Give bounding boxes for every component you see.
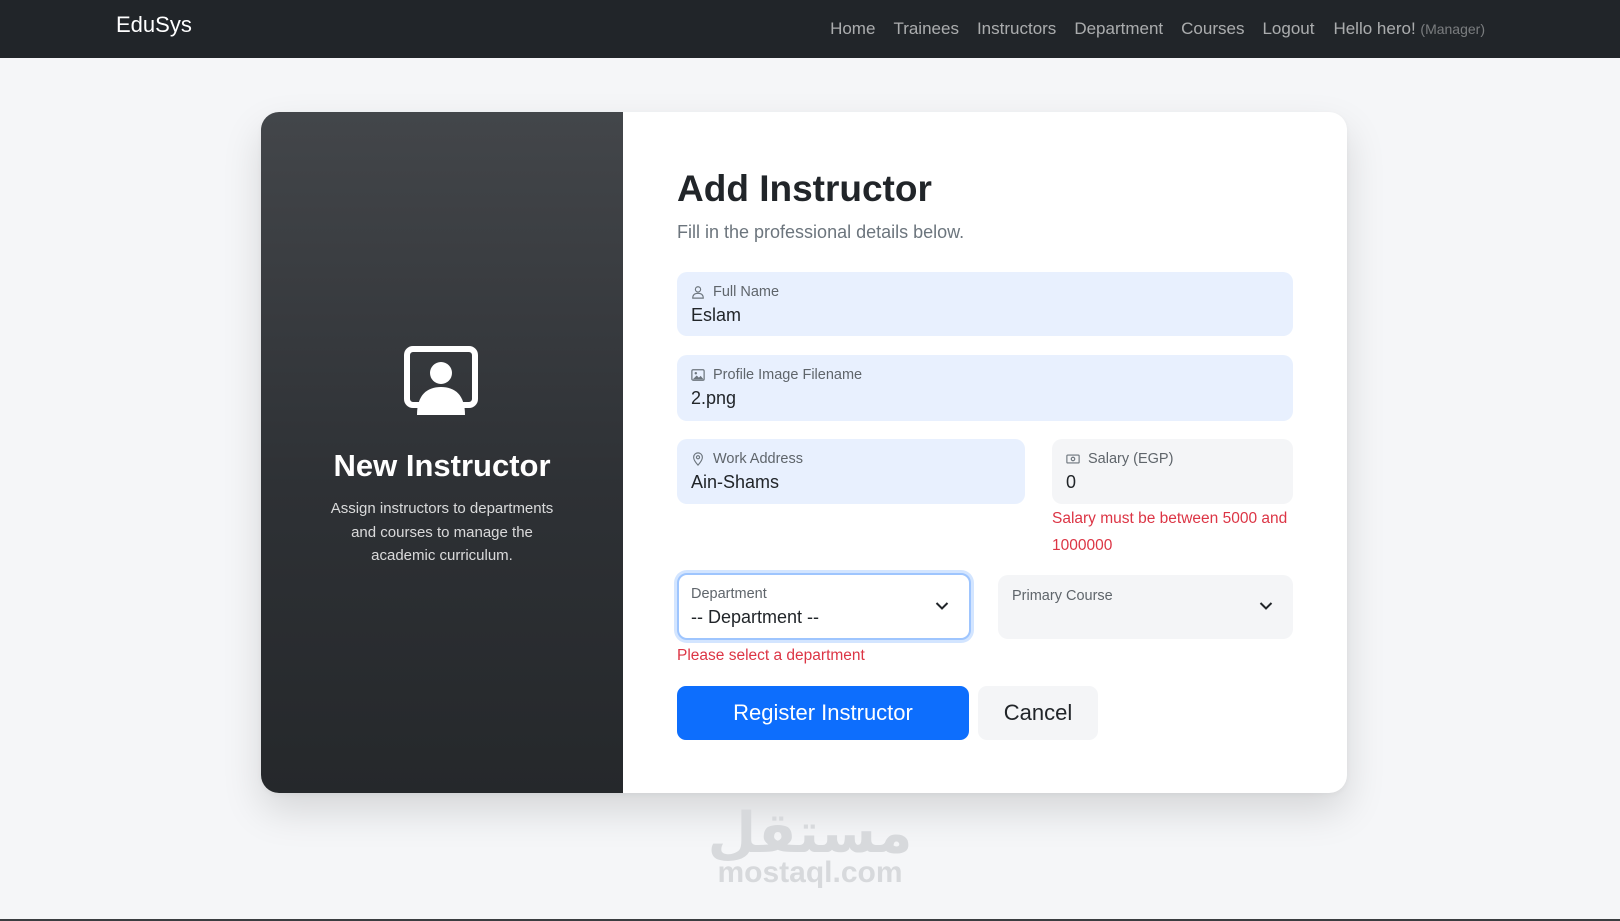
nav-link-trainees[interactable]: Trainees	[884, 19, 968, 39]
side-description: Assign instructors to departments and co…	[330, 500, 554, 564]
watermark-arabic: مستقل	[707, 801, 913, 866]
brand-logo[interactable]: EduSys	[116, 12, 192, 38]
chevron-down-icon	[1259, 602, 1273, 610]
image-icon	[691, 369, 705, 381]
add-instructor-card: New Instructor Assign instructors to dep…	[261, 112, 1347, 793]
instructor-icon	[404, 346, 478, 415]
user-greeting: Hello hero! (Manager)	[1323, 19, 1485, 39]
nav-link-courses[interactable]: Courses	[1172, 19, 1253, 39]
profile-image-label: Profile Image Filename	[713, 367, 863, 383]
full-name-label: Full Name	[713, 284, 780, 300]
department-selected-value: -- Department --	[691, 607, 820, 627]
full-name-label-row: Full Name	[691, 283, 1279, 301]
user-role: (Manager)	[1420, 21, 1485, 37]
primary-course-select[interactable]: Primary Course	[998, 575, 1293, 639]
profile-image-value[interactable]: 2.png	[691, 388, 1279, 409]
primary-course-label: Primary Course	[1012, 588, 1113, 604]
salary-value[interactable]: 0	[1066, 472, 1279, 493]
work-address-label-row: Work Address	[691, 450, 1011, 468]
location-pin-icon	[693, 452, 703, 466]
full-name-field[interactable]: Full Name Eslam	[677, 272, 1293, 336]
profile-image-field[interactable]: Profile Image Filename 2.png	[677, 355, 1293, 421]
greeting-text: Hello hero!	[1333, 19, 1416, 38]
nav-link-instructors[interactable]: Instructors	[968, 19, 1065, 39]
salary-error: Salary must be between 5000 and 1000000	[1052, 510, 1288, 554]
work-address-label: Work Address	[713, 451, 803, 467]
work-address-value[interactable]: Ain-Shams	[691, 472, 1011, 493]
nav-links: Home Trainees Instructors Department Cou…	[821, 0, 1485, 58]
department-error: Please select a department	[677, 647, 865, 664]
form-area: Add Instructor Fill in the professional …	[623, 112, 1347, 793]
cancel-button[interactable]: Cancel	[978, 686, 1098, 740]
profile-image-label-row: Profile Image Filename	[691, 366, 1279, 384]
side-title: New Instructor	[333, 448, 551, 483]
department-label: Department	[691, 586, 767, 602]
nav-link-home[interactable]: Home	[821, 19, 884, 39]
watermark-latin: mostaql.com	[717, 856, 903, 889]
salary-label: Salary (EGP)	[1088, 451, 1174, 467]
chevron-down-icon	[935, 602, 949, 610]
register-instructor-button[interactable]: Register Instructor	[677, 686, 969, 740]
salary-label-row: Salary (EGP)	[1066, 450, 1279, 468]
top-navbar: EduSys Home Trainees Instructors Departm…	[0, 0, 1620, 58]
nav-link-department[interactable]: Department	[1065, 19, 1172, 39]
salary-field[interactable]: Salary (EGP) 0	[1052, 439, 1293, 504]
watermark: مستقل mostaql.com	[700, 806, 920, 888]
cash-icon	[1066, 454, 1080, 464]
full-name-value[interactable]: Eslam	[691, 305, 1279, 326]
department-select[interactable]: Department -- Department --	[677, 573, 971, 640]
person-icon	[692, 286, 704, 299]
nav-link-logout[interactable]: Logout	[1253, 19, 1323, 39]
work-address-field[interactable]: Work Address Ain-Shams	[677, 439, 1025, 504]
form-title: Add Instructor	[677, 168, 932, 209]
side-panel: New Instructor Assign instructors to dep…	[261, 112, 623, 793]
form-subtitle: Fill in the professional details below.	[677, 222, 965, 242]
